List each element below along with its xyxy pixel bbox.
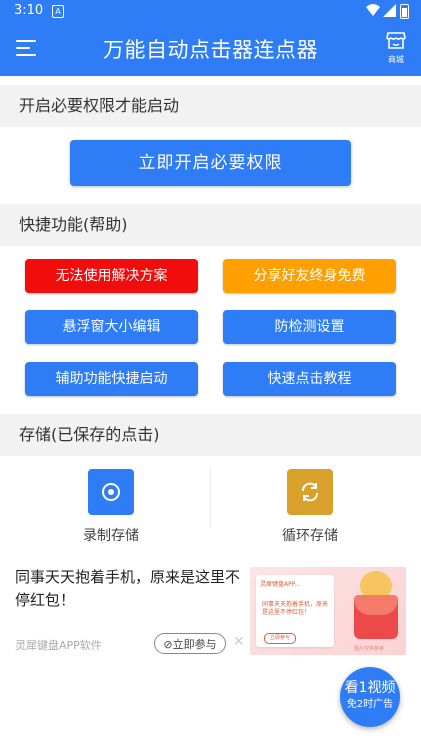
storage-heading: 存储(已保存的点击)	[0, 414, 421, 456]
enable-permissions-button[interactable]: 立即开启必要权限	[70, 140, 351, 186]
loop-storage-button[interactable]: 循环存储	[250, 469, 370, 545]
record-icon	[88, 469, 134, 515]
wifi-icon	[366, 4, 380, 16]
ad-headline[interactable]: 同事天天抱着手机，原来是这里不停红包！	[15, 566, 243, 612]
ad-source: 灵犀键盘APP软件	[15, 639, 102, 652]
red-envelope-icon	[354, 595, 398, 639]
status-bar: 3:10 A	[0, 0, 421, 22]
quick-functions-heading: 快捷功能(帮助)	[0, 204, 421, 246]
battery-icon	[400, 4, 409, 19]
ad-close-icon[interactable]: ✕	[233, 634, 245, 650]
signal-icon	[383, 4, 396, 17]
app-bar: 万能自动点击器连点器 商城	[0, 22, 421, 76]
anti-detection-button[interactable]: 防检测设置	[223, 310, 396, 344]
shop-button[interactable]: 商城	[380, 31, 412, 65]
ad-join-button[interactable]: ⊘立即参与	[154, 633, 226, 654]
permission-heading: 开启必要权限才能启动	[0, 85, 421, 127]
shop-label: 商城	[388, 55, 404, 64]
ad-join-label: 立即参与	[172, 638, 217, 651]
record-storage-label: 录制存储	[83, 528, 139, 544]
quick-click-tutorial-button[interactable]: 快速点击教程	[223, 362, 396, 396]
troubleshoot-button[interactable]: 无法使用解决方案	[25, 259, 198, 293]
float-size-edit-button[interactable]: 悬浮窗大小编辑	[25, 310, 198, 344]
storage-divider	[210, 468, 211, 528]
watch-video-button[interactable]: 看1视频 免2时广告	[340, 667, 400, 727]
ad-image-brand: 灵犀键盘APP...	[260, 581, 301, 588]
app-title: 万能自动点击器连点器	[103, 38, 318, 62]
ad-image-message: 同事天天抱着手机，原来是这里不停红包！	[262, 601, 329, 616]
video-fab-line1: 看1视频	[344, 680, 396, 696]
menu-icon[interactable]	[16, 40, 36, 56]
sim-icon: A	[52, 5, 64, 18]
record-storage-button[interactable]: 录制存储	[51, 469, 171, 545]
ad-image-card: 灵犀键盘APP... 同事天天抱着手机，原来是这里不停红包！ 立即参与	[256, 575, 334, 647]
video-fab-line2: 免2时广告	[346, 699, 394, 710]
ad-image-button: 立即参与	[264, 633, 296, 644]
ad-image[interactable]: 灵犀键盘APP... 同事天天抱着手机，原来是这里不停红包！ 立即参与 图片仅供…	[250, 567, 406, 655]
share-free-button[interactable]: 分享好友终身免费	[223, 259, 396, 293]
accessibility-shortcut-button[interactable]: 辅助功能快捷启动	[25, 362, 198, 396]
ad-image-disclaimer: 图片仅供参考	[354, 646, 385, 652]
link-icon: ⊘	[163, 638, 173, 651]
status-time: 3:10	[14, 3, 44, 18]
loop-storage-label: 循环存储	[282, 528, 338, 544]
loop-icon	[287, 469, 333, 515]
store-icon	[386, 32, 406, 49]
